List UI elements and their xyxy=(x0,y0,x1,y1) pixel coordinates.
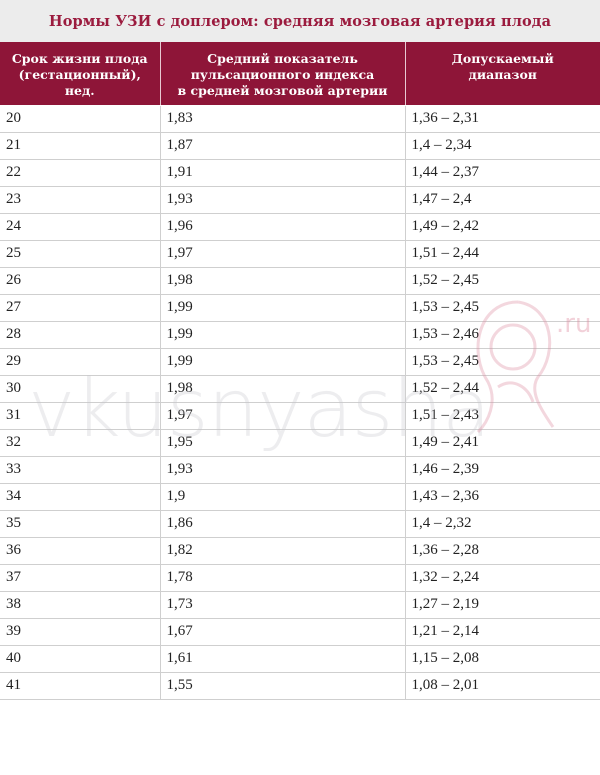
cell-mean-pi: 1,95 xyxy=(159,429,405,457)
cell-allowed-range: 1,49 – 2,42 xyxy=(404,213,600,241)
cell-mean-pi: 1,55 xyxy=(159,672,405,700)
cell-allowed-range: 1,52 – 2,45 xyxy=(404,267,600,295)
cell-gestational-week: 35 xyxy=(0,510,160,538)
cell-gestational-week: 37 xyxy=(0,564,160,592)
cell-gestational-week: 31 xyxy=(0,402,160,430)
cell-gestational-week: 32 xyxy=(0,429,160,457)
table-row: 38 1,73 1,27 – 2,19 xyxy=(0,591,600,619)
table-row: 25 1,97 1,51 – 2,44 xyxy=(0,240,600,268)
cell-mean-pi: 1,86 xyxy=(159,510,405,538)
table-row: 34 1,9 1,43 – 2,36 xyxy=(0,483,600,511)
cell-mean-pi: 1,87 xyxy=(159,132,405,160)
table-row: 31 1,97 1,51 – 2,43 xyxy=(0,402,600,430)
cell-allowed-range: 1,53 – 2,45 xyxy=(404,348,600,376)
cell-gestational-week: 36 xyxy=(0,537,160,565)
cell-mean-pi: 1,99 xyxy=(159,321,405,349)
table-row: 32 1,95 1,49 – 2,41 xyxy=(0,429,600,457)
cell-allowed-range: 1,44 – 2,37 xyxy=(404,159,600,187)
cell-allowed-range: 1,52 – 2,44 xyxy=(404,375,600,403)
table-row: 28 1,99 1,53 – 2,46 xyxy=(0,321,600,349)
table-header-row: Срок жизни плода (гестационный), нед. Ср… xyxy=(0,42,600,106)
cell-mean-pi: 1,98 xyxy=(159,375,405,403)
table-row: 24 1,96 1,49 – 2,42 xyxy=(0,213,600,241)
cell-mean-pi: 1,97 xyxy=(159,402,405,430)
cell-mean-pi: 1,9 xyxy=(159,483,405,511)
header-mean-pi: Средний показатель пульсационного индекс… xyxy=(159,42,405,106)
cell-gestational-week: 34 xyxy=(0,483,160,511)
cell-gestational-week: 24 xyxy=(0,213,160,241)
pi-norms-table: Срок жизни плода (гестационный), нед. Ср… xyxy=(0,42,600,700)
table-row: 33 1,93 1,46 – 2,39 xyxy=(0,456,600,484)
cell-mean-pi: 1,83 xyxy=(159,105,405,133)
table-row: 30 1,98 1,52 – 2,44 xyxy=(0,375,600,403)
table-row: 29 1,99 1,53 – 2,45 xyxy=(0,348,600,376)
cell-mean-pi: 1,67 xyxy=(159,618,405,646)
cell-allowed-range: 1,36 – 2,31 xyxy=(404,105,600,133)
cell-mean-pi: 1,99 xyxy=(159,294,405,322)
cell-allowed-range: 1,51 – 2,43 xyxy=(404,402,600,430)
table-row: 40 1,61 1,15 – 2,08 xyxy=(0,645,600,673)
table-row: 26 1,98 1,52 – 2,45 xyxy=(0,267,600,295)
cell-mean-pi: 1,96 xyxy=(159,213,405,241)
table-row: 36 1,82 1,36 – 2,28 xyxy=(0,537,600,565)
table-row: 37 1,78 1,32 – 2,24 xyxy=(0,564,600,592)
cell-gestational-week: 33 xyxy=(0,456,160,484)
table-row: 23 1,93 1,47 – 2,4 xyxy=(0,186,600,214)
cell-allowed-range: 1,46 – 2,39 xyxy=(404,456,600,484)
cell-mean-pi: 1,61 xyxy=(159,645,405,673)
cell-mean-pi: 1,91 xyxy=(159,159,405,187)
cell-allowed-range: 1,08 – 2,01 xyxy=(404,672,600,700)
cell-allowed-range: 1,51 – 2,44 xyxy=(404,240,600,268)
cell-gestational-week: 41 xyxy=(0,672,160,700)
cell-allowed-range: 1,21 – 2,14 xyxy=(404,618,600,646)
cell-mean-pi: 1,93 xyxy=(159,456,405,484)
cell-gestational-week: 25 xyxy=(0,240,160,268)
cell-mean-pi: 1,98 xyxy=(159,267,405,295)
cell-allowed-range: 1,53 – 2,45 xyxy=(404,294,600,322)
cell-gestational-week: 21 xyxy=(0,132,160,160)
cell-allowed-range: 1,4 – 2,32 xyxy=(404,510,600,538)
cell-gestational-week: 40 xyxy=(0,645,160,673)
table-row: 41 1,55 1,08 – 2,01 xyxy=(0,672,600,700)
cell-gestational-week: 26 xyxy=(0,267,160,295)
cell-gestational-week: 27 xyxy=(0,294,160,322)
table-row: 20 1,83 1,36 – 2,31 xyxy=(0,105,600,133)
cell-allowed-range: 1,4 – 2,34 xyxy=(404,132,600,160)
cell-allowed-range: 1,15 – 2,08 xyxy=(404,645,600,673)
cell-allowed-range: 1,27 – 2,19 xyxy=(404,591,600,619)
cell-allowed-range: 1,36 – 2,28 xyxy=(404,537,600,565)
cell-allowed-range: 1,43 – 2,36 xyxy=(404,483,600,511)
cell-allowed-range: 1,53 – 2,46 xyxy=(404,321,600,349)
table-row: 27 1,99 1,53 – 2,45 xyxy=(0,294,600,322)
header-allowed-range: Допускаемый диапазон xyxy=(404,42,600,106)
table-row: 35 1,86 1,4 – 2,32 xyxy=(0,510,600,538)
cell-mean-pi: 1,82 xyxy=(159,537,405,565)
cell-gestational-week: 30 xyxy=(0,375,160,403)
page-title: Нормы УЗИ с доплером: средняя мозговая а… xyxy=(48,12,552,30)
cell-gestational-week: 23 xyxy=(0,186,160,214)
cell-mean-pi: 1,97 xyxy=(159,240,405,268)
table-row: 21 1,87 1,4 – 2,34 xyxy=(0,132,600,160)
cell-mean-pi: 1,99 xyxy=(159,348,405,376)
cell-gestational-week: 28 xyxy=(0,321,160,349)
cell-allowed-range: 1,49 – 2,41 xyxy=(404,429,600,457)
cell-allowed-range: 1,32 – 2,24 xyxy=(404,564,600,592)
title-bar: Нормы УЗИ с доплером: средняя мозговая а… xyxy=(0,0,600,42)
cell-gestational-week: 22 xyxy=(0,159,160,187)
table-row: 22 1,91 1,44 – 2,37 xyxy=(0,159,600,187)
cell-mean-pi: 1,93 xyxy=(159,186,405,214)
cell-gestational-week: 38 xyxy=(0,591,160,619)
table-row: 39 1,67 1,21 – 2,14 xyxy=(0,618,600,646)
cell-gestational-week: 39 xyxy=(0,618,160,646)
cell-allowed-range: 1,47 – 2,4 xyxy=(404,186,600,214)
cell-gestational-week: 20 xyxy=(0,105,160,133)
cell-mean-pi: 1,78 xyxy=(159,564,405,592)
header-gestational-age: Срок жизни плода (гестационный), нед. xyxy=(0,42,160,106)
cell-mean-pi: 1,73 xyxy=(159,591,405,619)
cell-gestational-week: 29 xyxy=(0,348,160,376)
